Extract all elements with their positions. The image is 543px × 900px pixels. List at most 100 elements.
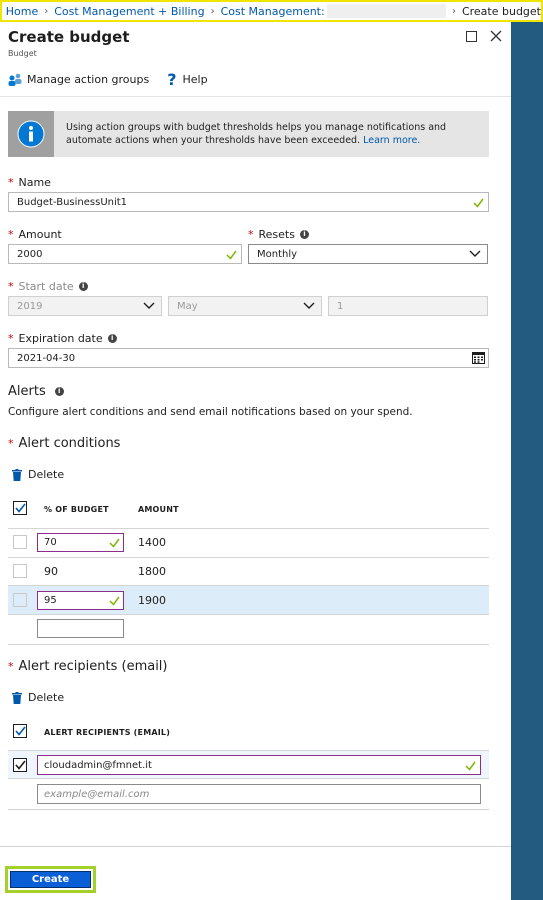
maximize-button[interactable] (463, 28, 479, 44)
close-button[interactable] (488, 28, 504, 44)
delete-label: Delete (28, 691, 65, 704)
alerts-heading: Alerts i (8, 384, 64, 399)
breadcrumb-redacted-scope (326, 4, 446, 18)
required-asterisk: * (8, 228, 14, 241)
amount-cell: 1900 (138, 594, 166, 607)
percent-input[interactable]: 95 (37, 591, 124, 610)
info-icon-box (8, 111, 54, 157)
percent-value: 70 (44, 537, 57, 548)
recipient-email-input[interactable]: cloudadmin@fmnet.it (37, 755, 481, 775)
help-label: Help (182, 72, 208, 86)
name-field[interactable]: Budget-BusinessUnit1 (8, 192, 489, 212)
info-icon[interactable]: i (299, 230, 309, 239)
create-budget-blade: Create budget Budget Manage action group… (0, 22, 511, 900)
col-header-recipients: ALERT RECIPIENTS (EMAIL) (44, 728, 171, 737)
row-checkbox[interactable] (13, 564, 27, 578)
name-label: * Name (8, 176, 51, 189)
row-checkbox[interactable] (13, 593, 27, 607)
resets-label: * Resets i (248, 228, 309, 241)
new-percent-input[interactable] (37, 619, 124, 638)
row-divider (8, 778, 489, 779)
amount-value: 2000 (17, 248, 43, 260)
breadcrumb-cost-management[interactable]: Cost Management: (221, 5, 325, 18)
chevron-down-icon (143, 302, 155, 309)
col-header-amount: AMOUNT (138, 505, 179, 514)
valid-check-icon (465, 761, 476, 771)
question-mark-icon: ? (167, 69, 177, 89)
expiration-date-label: * Expiration date i (8, 332, 117, 345)
create-button-highlight: Create (5, 866, 96, 893)
chevron-right-icon: › (44, 5, 49, 17)
resets-value: Monthly (257, 248, 298, 260)
breadcrumb: Home › Cost Management + Billing › Cost … (0, 0, 543, 22)
start-day-field: 1 (328, 296, 488, 316)
chevron-down-icon (303, 302, 315, 309)
start-day-value: 1 (337, 300, 344, 312)
amount-label-text: Amount (18, 228, 62, 241)
row-checkbox[interactable] (13, 535, 27, 549)
expiration-date-value: 2021-04-30 (17, 352, 76, 364)
percent-input[interactable]: 70 (37, 533, 124, 552)
valid-check-icon (473, 198, 484, 208)
row-divider (8, 557, 489, 558)
amount-field[interactable]: 2000 (8, 244, 242, 264)
chevron-down-icon (469, 250, 481, 257)
info-text: Using action groups with budget threshol… (66, 121, 466, 147)
info-icon[interactable]: i (78, 282, 88, 291)
alerts-heading-text: Alerts (8, 384, 46, 399)
trash-icon (12, 468, 22, 481)
toolbar-divider (0, 96, 511, 97)
recipient-email-value: cloudadmin@fmnet.it (44, 759, 152, 771)
recipient-row-checkbox[interactable] (13, 758, 27, 772)
alert-conditions-heading-text: Alert conditions (18, 436, 121, 451)
action-groups-icon (8, 73, 22, 86)
help-button[interactable]: ? Help (167, 70, 207, 89)
start-date-label: * Start date i (8, 280, 88, 293)
start-year-select: 2019 (8, 296, 162, 316)
required-asterisk: * (248, 228, 254, 241)
breadcrumb-current: Create budget (461, 4, 541, 18)
amount-cell: 1400 (138, 536, 166, 549)
alert-conditions-heading: * Alert conditions (8, 436, 120, 451)
start-month-select: May (168, 296, 322, 316)
percent-cell: 90 (44, 565, 58, 578)
resets-select[interactable]: Monthly (248, 244, 488, 264)
row-divider (8, 809, 489, 810)
manage-action-groups-button[interactable]: Manage action groups (8, 73, 149, 86)
delete-recipients-button[interactable]: Delete (12, 691, 64, 704)
percent-value: 95 (44, 595, 57, 606)
select-all-recipients-checkbox[interactable] (13, 724, 27, 738)
valid-check-icon (109, 596, 120, 606)
breadcrumb-home[interactable]: Home (6, 5, 38, 18)
required-asterisk: * (8, 660, 14, 673)
new-recipient-email-input[interactable]: example@email.com (37, 784, 481, 804)
expiration-date-field[interactable]: 2021-04-30 (8, 348, 489, 368)
valid-check-icon (226, 250, 237, 260)
check-icon (15, 726, 26, 736)
row-divider (8, 644, 489, 645)
alerts-description: Configure alert conditions and send emai… (8, 406, 413, 418)
create-button[interactable]: Create (10, 871, 91, 888)
info-icon[interactable]: i (54, 387, 64, 396)
delete-conditions-button[interactable]: Delete (12, 468, 64, 481)
required-asterisk: * (8, 332, 14, 345)
row-divider (8, 614, 489, 615)
toolbar: Manage action groups ? Help (8, 70, 226, 89)
info-icon[interactable]: i (107, 334, 117, 343)
learn-more-link[interactable]: Learn more. (363, 135, 420, 146)
calendar-icon[interactable] (472, 352, 485, 364)
select-all-conditions-checkbox[interactable] (13, 501, 27, 515)
page-subtitle: Budget (8, 49, 37, 58)
col-header-percent: % OF BUDGET (44, 505, 109, 514)
alert-recipients-heading: * Alert recipients (email) (8, 659, 168, 674)
chevron-right-icon: › (210, 5, 215, 17)
chevron-right-icon: › (451, 5, 456, 17)
row-divider (8, 528, 489, 529)
valid-check-icon (109, 538, 120, 548)
footer-divider (0, 846, 511, 847)
start-year-value: 2019 (17, 300, 43, 312)
trash-icon (12, 691, 22, 704)
breadcrumb-billing[interactable]: Cost Management + Billing (54, 5, 204, 18)
resets-label-text: Resets (258, 228, 295, 241)
alert-recipients-heading-text: Alert recipients (email) (18, 659, 168, 674)
